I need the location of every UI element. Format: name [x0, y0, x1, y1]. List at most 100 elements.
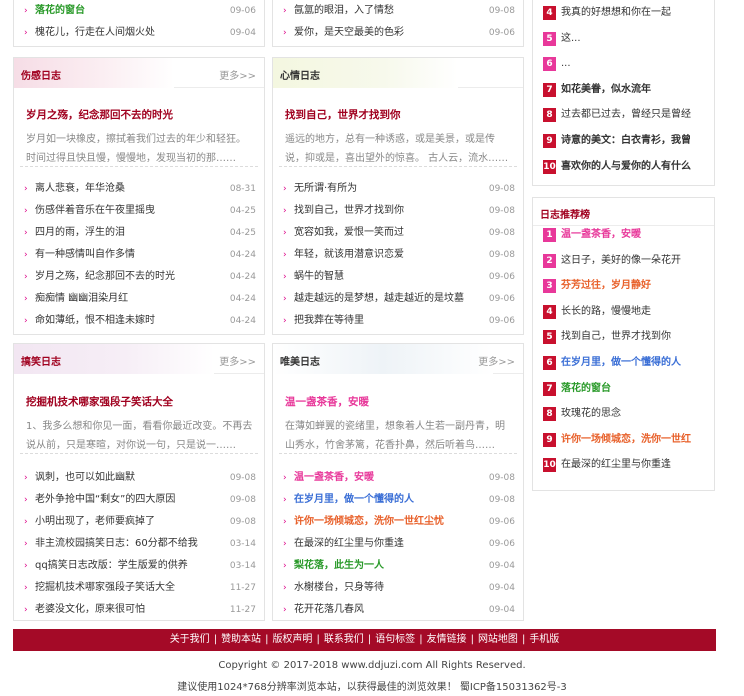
list-item[interactable]: › 老外争抢中国“剩女”的四大原因 09-08	[24, 489, 256, 511]
list-item[interactable]: › 讽刺，也可以如此幽默 09-08	[24, 467, 256, 489]
list-item-title[interactable]: 温一盏茶香，安暖	[294, 467, 374, 489]
list-item[interactable]: › 找到自己，世界才找到你 09-08	[283, 200, 515, 222]
list-item[interactable]: › 落花的窗台 09-06	[24, 0, 256, 22]
rank-item-title[interactable]: 许你一场倾城恋，洗你一世红	[561, 427, 691, 453]
footer-link[interactable]: 友情链接	[427, 634, 467, 645]
footer-link[interactable]: 赞助本站	[221, 634, 261, 645]
list-item[interactable]: › 许你一场倾城恋，洗你一世红尘忧 09-06	[283, 511, 515, 533]
list-item-title[interactable]: 花开花落几春风	[294, 599, 364, 621]
list-item-title[interactable]: 氤氲的眼泪，入了情愁	[294, 0, 394, 22]
funny-feature-title[interactable]: 挖掘机技术哪家强段子笑话大全	[26, 394, 254, 409]
rank-item[interactable]: 5 这...	[538, 26, 715, 52]
footer-link[interactable]: 语句标签	[375, 634, 415, 645]
list-item[interactable]: › 宽容如我，爱恨一笑而过 09-08	[283, 222, 515, 244]
list-item-title[interactable]: 找到自己，世界才找到你	[294, 200, 404, 222]
rank-item[interactable]: 10 在最深的红尘里与你重逢	[538, 452, 715, 478]
rank-item-title[interactable]: 诗意的美文：白衣青衫，我曾	[561, 128, 691, 154]
rank-item[interactable]: 10 喜欢你的人与爱你的人有什么	[538, 154, 715, 180]
list-item[interactable]: › 老婆没文化，原来很可怕 11-27	[24, 599, 256, 621]
list-item[interactable]: › 蜗牛的智慧 09-06	[283, 266, 515, 288]
list-item[interactable]: › qq搞笑日志改版：学生版爱的供养 03-14	[24, 555, 256, 577]
list-item[interactable]: › 越走越远的是梦想，越走越近的是坟墓 09-06	[283, 288, 515, 310]
rank-item[interactable]: 9 许你一场倾城恋，洗你一世红	[538, 427, 715, 453]
list-item[interactable]: › 痴痴情 幽幽泪染月红 04-24	[24, 288, 256, 310]
rank-item-title[interactable]: 在最深的红尘里与你重逢	[561, 452, 671, 478]
list-item-title[interactable]: qq搞笑日志改版：学生版爱的供养	[35, 555, 188, 577]
rank-item[interactable]: 8 玫瑰花的思念	[538, 401, 715, 427]
list-item-title[interactable]: 水榭楼台，只身等待	[294, 577, 384, 599]
rank-item-title[interactable]: 我真的好想想和你在一起	[561, 0, 671, 26]
list-item[interactable]: › 爱你，是天空最美的色彩 09-06	[283, 22, 515, 44]
list-item[interactable]: › 离人悲衰，年华沧桑 08-31	[24, 178, 256, 200]
rank-item[interactable]: 9 诗意的美文：白衣青衫，我曾	[538, 128, 715, 154]
list-item-title[interactable]: 老婆没文化，原来很可怕	[35, 599, 145, 621]
rank-item-title[interactable]: 这...	[561, 26, 581, 52]
rank-item[interactable]: 8 过去都已过去，曾经只是曾经	[538, 102, 715, 128]
list-item[interactable]: › 年轻，就该用潜意识恋爱 09-08	[283, 244, 515, 266]
funny-diary-more-link[interactable]: 更多>>	[219, 353, 256, 368]
rank-item[interactable]: 3 芬芳过往，岁月静好	[538, 273, 715, 299]
rank-item[interactable]: 5 找到自己，世界才找到你	[538, 324, 715, 350]
rank-item-title[interactable]: 温一盏茶香，安暖	[561, 222, 641, 248]
list-item[interactable]: › 有一种感情叫自作多情 04-24	[24, 244, 256, 266]
list-item-title[interactable]: 无所谓·有所为	[294, 178, 357, 200]
list-item[interactable]: › 岁月之殇，纪念那回不去的时光 04-24	[24, 266, 256, 288]
rank-item-title[interactable]: ...	[561, 51, 571, 77]
mood-feature-title[interactable]: 找到自己，世界才找到你	[285, 107, 513, 122]
rank-item[interactable]: 1 温一盏茶香，安暖	[538, 222, 715, 248]
list-item-title[interactable]: 越走越远的是梦想，越走越近的是坟墓	[294, 288, 464, 310]
list-item-title[interactable]: 四月的雨，浮生的泪	[35, 222, 125, 244]
list-item[interactable]: › 花开花落几春风 09-04	[283, 599, 515, 621]
list-item-title[interactable]: 落花的窗台	[35, 0, 85, 22]
list-item-title[interactable]: 离人悲衰，年华沧桑	[35, 178, 125, 200]
list-item-title[interactable]: 伤感伴着音乐在午夜里摇曳	[35, 200, 155, 222]
list-item-title[interactable]: 有一种感情叫自作多情	[35, 244, 135, 266]
list-item-title[interactable]: 梨花落，此生为一人	[294, 555, 384, 577]
footer-link[interactable]: 关于我们	[170, 634, 210, 645]
rank-item-title[interactable]: 长长的路，慢慢地走	[561, 299, 651, 325]
list-item[interactable]: › 非主流校园搞笑日志：60分都不给我 03-14	[24, 533, 256, 555]
list-item-title[interactable]: 老外争抢中国“剩女”的四大原因	[35, 489, 175, 511]
footer-link[interactable]: 手机版	[529, 634, 559, 645]
list-item[interactable]: › 伤感伴着音乐在午夜里摇曳 04-25	[24, 200, 256, 222]
rank-item-title[interactable]: 这日子，美好的像一朵花开	[561, 248, 681, 274]
rank-item-title[interactable]: 玫瑰花的思念	[561, 401, 621, 427]
list-item-title[interactable]: 命如薄纸，恨不相逢未嫁时	[35, 310, 155, 332]
footer-link[interactable]: 版权声明	[272, 634, 312, 645]
list-item-title[interactable]: 宽容如我，爱恨一笑而过	[294, 222, 404, 244]
list-item-title[interactable]: 把我葬在等待里	[294, 310, 364, 332]
list-item[interactable]: › 挖掘机技术哪家强段子笑话大全 11-27	[24, 577, 256, 599]
sad-diary-more-link[interactable]: 更多>>	[219, 67, 256, 82]
beauty-diary-more-link[interactable]: 更多>>	[478, 353, 515, 368]
footer-link[interactable]: 网站地图	[478, 634, 518, 645]
list-item[interactable]: › 槐花儿，行走在人间烟火处 09-04	[24, 22, 256, 44]
list-item-title[interactable]: 挖掘机技术哪家强段子笑话大全	[35, 577, 175, 599]
rank-item[interactable]: 7 如花美眷，似水流年	[538, 77, 715, 103]
rank-item-title[interactable]: 喜欢你的人与爱你的人有什么	[561, 154, 691, 180]
list-item-title[interactable]: 许你一场倾城恋，洗你一世红尘忧	[294, 511, 444, 533]
rank-item[interactable]: 7 落花的窗台	[538, 376, 715, 402]
rank-item-title[interactable]: 找到自己，世界才找到你	[561, 324, 671, 350]
list-item-title[interactable]: 在最深的红尘里与你重逢	[294, 533, 404, 555]
list-item-title[interactable]: 在岁月里，做一个懂得的人	[294, 489, 414, 511]
list-item-title[interactable]: 爱你，是天空最美的色彩	[294, 22, 404, 44]
list-item-title[interactable]: 痴痴情 幽幽泪染月红	[35, 288, 128, 310]
list-item[interactable]: › 在岁月里，做一个懂得的人 09-08	[283, 489, 515, 511]
footer-link[interactable]: 联系我们	[324, 634, 364, 645]
beauty-feature-title[interactable]: 温一盏茶香，安暖	[285, 394, 513, 409]
rank-item-title[interactable]: 如花美眷，似水流年	[561, 77, 651, 103]
list-item-title[interactable]: 小明出现了，老师要疯掉了	[35, 511, 155, 533]
list-item[interactable]: › 温一盏茶香，安暖 09-08	[283, 467, 515, 489]
list-item-title[interactable]: 蜗牛的智慧	[294, 266, 344, 288]
list-item[interactable]: › 命如薄纸，恨不相逢未嫁时 04-24	[24, 310, 256, 332]
list-item[interactable]: › 把我葬在等待里 09-06	[283, 310, 515, 332]
rank-item-title[interactable]: 过去都已过去，曾经只是曾经	[561, 102, 691, 128]
list-item-title[interactable]: 槐花儿，行走在人间烟火处	[35, 22, 155, 44]
list-item[interactable]: › 水榭楼台，只身等待 09-04	[283, 577, 515, 599]
rank-item[interactable]: 2 这日子，美好的像一朵花开	[538, 248, 715, 274]
list-item[interactable]: › 氤氲的眼泪，入了情愁 09-08	[283, 0, 515, 22]
rank-item-title[interactable]: 落花的窗台	[561, 376, 611, 402]
list-item-title[interactable]: 讽刺，也可以如此幽默	[35, 467, 135, 489]
list-item[interactable]: › 小明出现了，老师要疯掉了 09-08	[24, 511, 256, 533]
rank-item[interactable]: 4 长长的路，慢慢地走	[538, 299, 715, 325]
